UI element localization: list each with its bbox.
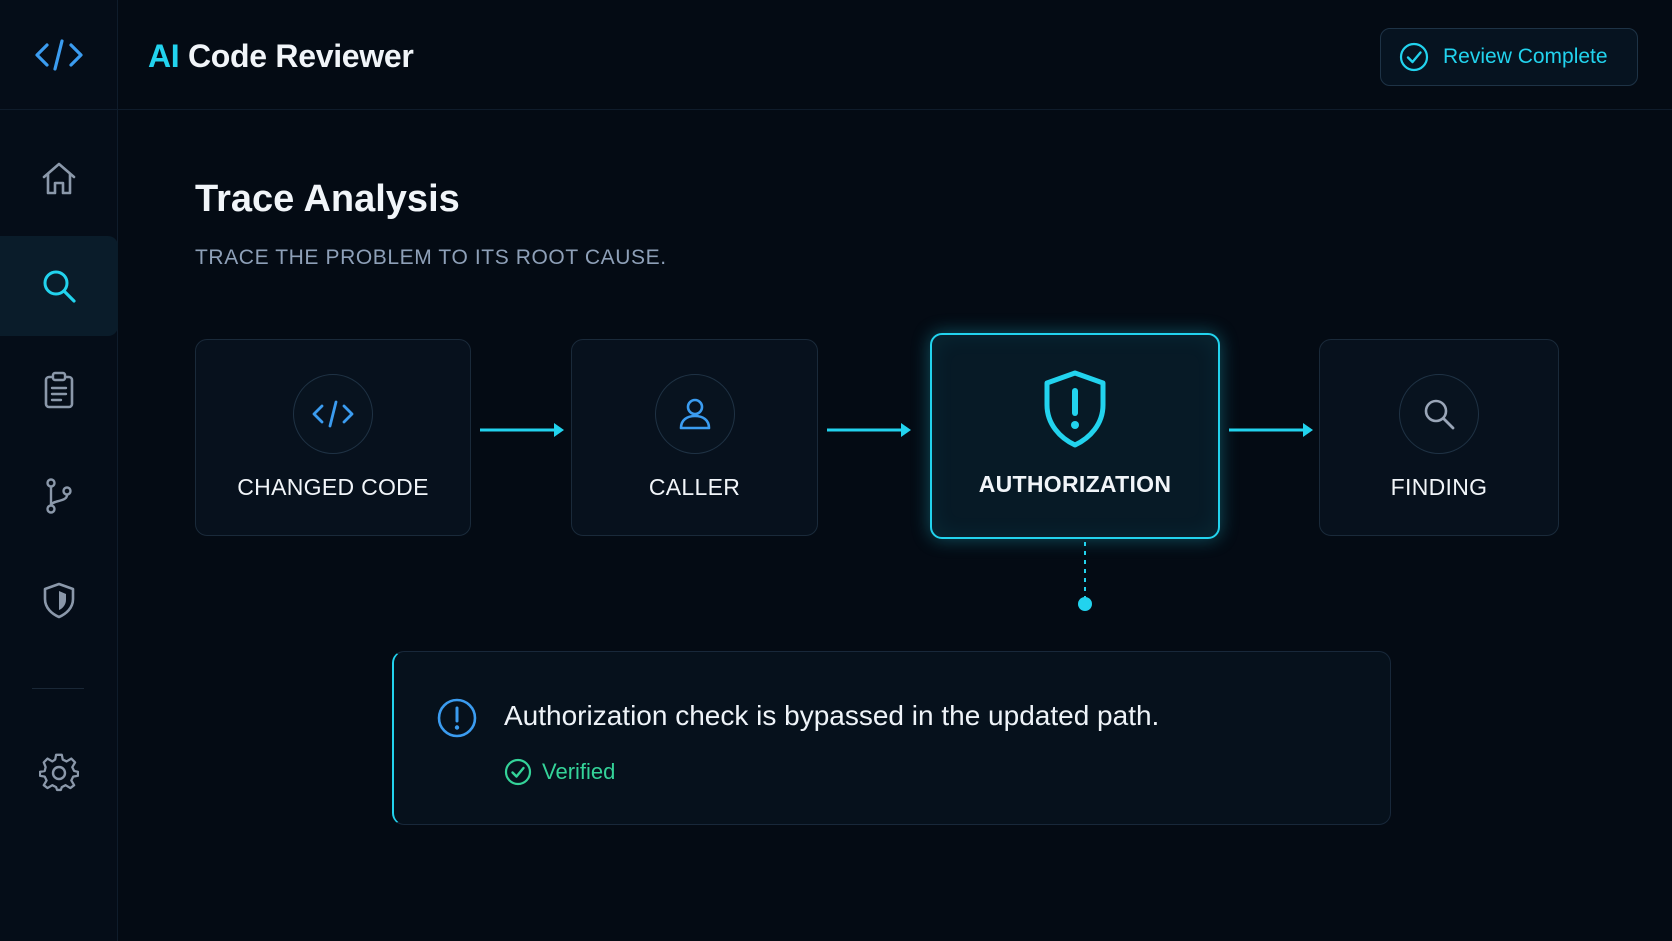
trace-step-icon-circle [654, 374, 735, 454]
home-icon [42, 162, 76, 195]
review-complete-label: Review Complete [1443, 45, 1608, 68]
git-branch-icon [46, 478, 72, 514]
app-title-prefix: AI [148, 38, 180, 74]
gear-icon [39, 753, 79, 792]
sidebar-item-search[interactable] [0, 236, 118, 336]
trace-step-icon-circle [293, 374, 373, 454]
code-brackets-icon [35, 38, 83, 71]
trace-step-label: CALLER [648, 474, 741, 500]
app-title: AI Code Reviewer [148, 38, 414, 75]
sidebar-item-home[interactable] [0, 128, 118, 228]
top-header: AI Code Reviewer Review Complete [118, 0, 1672, 110]
trace-step-changed-code[interactable]: CHANGED CODE [195, 339, 471, 536]
flow-arrow [1229, 423, 1313, 437]
trace-step-label: CHANGED CODE [237, 474, 429, 500]
verified-status: Verified [504, 758, 615, 786]
verified-label: Verified [542, 759, 616, 784]
check-circle-icon [504, 758, 532, 786]
code-icon [312, 400, 354, 428]
trace-step-finding[interactable]: FINDING [1319, 339, 1559, 536]
page-title: Trace Analysis [195, 178, 460, 220]
trace-step-icon-circle [1399, 374, 1479, 454]
info-alert-icon [437, 698, 477, 738]
sidebar-item-clipboard[interactable] [0, 340, 118, 440]
sidebar-item-branches[interactable] [0, 446, 118, 546]
finding-text: Authorization check is bypassed in the u… [504, 700, 1160, 731]
user-icon [679, 398, 710, 430]
trace-step-label: AUTHORIZATION [978, 471, 1172, 497]
finding-card: Authorization check is bypassed in the u… [392, 651, 1391, 825]
shield-icon [43, 582, 75, 619]
check-circle-icon [1399, 42, 1429, 72]
sidebar [0, 0, 118, 941]
app-logo[interactable] [0, 0, 118, 110]
sidebar-item-settings[interactable] [0, 722, 118, 822]
trace-step-caller[interactable]: CALLER [571, 339, 818, 536]
clipboard-icon [44, 371, 74, 409]
search-icon [43, 270, 76, 303]
flow-arrow [827, 423, 911, 437]
sidebar-item-security[interactable] [0, 550, 118, 650]
review-complete-button[interactable]: Review Complete [1380, 28, 1638, 86]
trace-step-label: FINDING [1390, 474, 1488, 500]
trace-step-authorization[interactable]: AUTHORIZATION [930, 333, 1220, 539]
app-title-text: Code Reviewer [188, 38, 414, 74]
sidebar-divider [32, 688, 84, 689]
search-icon [1424, 399, 1455, 430]
flow-arrow [480, 423, 564, 437]
shield-alert-icon [1044, 370, 1106, 448]
finding-connector [1078, 542, 1092, 611]
page-subtitle: TRACE THE PROBLEM TO ITS ROOT CAUSE. [195, 246, 667, 269]
